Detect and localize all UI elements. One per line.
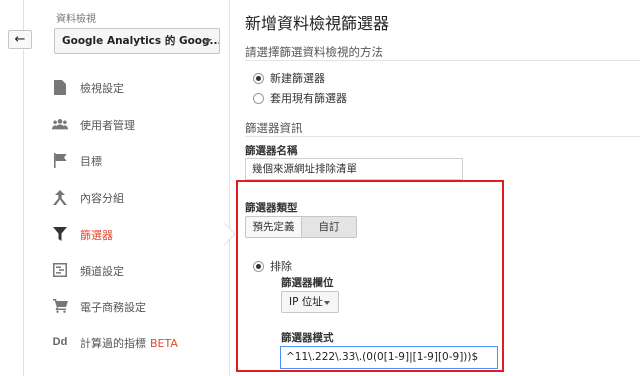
- document-icon: [52, 79, 68, 95]
- sidebar-item-label: 檢視設定: [80, 82, 124, 95]
- main-panel: 新增資料檢視篩選器 請選擇篩選資料檢視的方法 新建篩選器 套用現有篩選器 篩選器…: [231, 0, 640, 376]
- radio-button[interactable]: [253, 92, 264, 104]
- filter-field-select[interactable]: IP 位址: [281, 291, 339, 313]
- cart-icon: [52, 298, 68, 314]
- sidebar-item-calculated-metrics[interactable]: Dd 計算過的指標 BETA: [40, 327, 229, 357]
- sidebar-item-ecommerce-settings[interactable]: 電子商務設定: [40, 291, 229, 321]
- filter-type-label: 篩選器類型: [245, 202, 298, 214]
- sidebar-item-label: 目標: [80, 155, 102, 168]
- filter-pattern-input[interactable]: ^11\.222\.33\.(0(0[1-9]|[1-9][0-9]))$: [280, 346, 498, 369]
- radio-apply-existing-filter[interactable]: 套用現有篩選器: [253, 90, 347, 106]
- view-select-value: Google Analytics 的 Goog...: [62, 35, 220, 47]
- sidebar-item-channel-settings[interactable]: 頻道設定: [40, 255, 229, 285]
- page-title: 新增資料檢視篩選器: [245, 14, 390, 33]
- sidebar-item-goals[interactable]: 目標: [40, 145, 229, 175]
- filter-field-label: 篩選器欄位: [281, 277, 334, 289]
- view-select[interactable]: Google Analytics 的 Goog...: [54, 28, 220, 54]
- sidebar-item-label: 使用者管理: [80, 119, 135, 132]
- radio-label: 排除: [270, 260, 292, 273]
- filter-field-value: IP 位址: [289, 296, 323, 308]
- chevron-down-icon: [204, 39, 212, 43]
- flag-icon: [52, 152, 68, 168]
- view-label: 資料檢視: [56, 14, 96, 25]
- divider: [245, 60, 640, 61]
- users-icon: [52, 116, 68, 132]
- radio-exclude[interactable]: 排除: [253, 258, 292, 274]
- method-section-title: 請選擇篩選資料檢視的方法: [245, 45, 383, 59]
- sidebar-item-view-settings[interactable]: 檢視設定: [40, 72, 229, 102]
- filter-pattern-label: 篩選器模式: [281, 332, 334, 344]
- sidebar-item-user-management[interactable]: 使用者管理: [40, 109, 229, 139]
- radio-new-filter[interactable]: 新建篩選器: [253, 70, 325, 86]
- sidebar-item-label: 頻道設定: [80, 265, 124, 278]
- back-button[interactable]: ←: [8, 30, 32, 49]
- sidebar-item-label: 篩選器: [80, 229, 113, 242]
- sidebar-item-content-grouping[interactable]: 內容分組: [40, 182, 229, 212]
- sidebar-item-label: 內容分組: [80, 192, 124, 205]
- beta-badge: BETA: [150, 337, 178, 350]
- channel-settings-icon: [52, 262, 68, 278]
- dd-icon: Dd: [52, 336, 68, 348]
- left-rail: ←: [0, 0, 40, 376]
- sidebar-item-label: 電子商務設定: [80, 301, 146, 314]
- filter-info-title: 篩選器資訊: [245, 121, 303, 135]
- filter-name-label: 篩選器名稱: [245, 145, 298, 157]
- sidebar-item-label-text: 計算過的指標: [80, 337, 146, 350]
- admin-sidebar: 資料檢視 Google Analytics 的 Goog... 檢視設定 使用者…: [40, 0, 236, 376]
- filter-name-input[interactable]: 幾個來源網址排除清單: [245, 158, 463, 180]
- sidebar-item-filters[interactable]: 篩選器: [40, 219, 236, 249]
- predefined-button[interactable]: 預先定義: [245, 216, 302, 238]
- radio-label: 套用現有篩選器: [270, 92, 347, 105]
- filter-icon: [52, 226, 68, 242]
- custom-button[interactable]: 自訂: [302, 216, 357, 238]
- rail-divider: [23, 0, 24, 376]
- radio-button-selected[interactable]: [253, 260, 264, 272]
- content-grouping-icon: [52, 189, 68, 205]
- sidebar-item-label: 計算過的指標 BETA: [80, 335, 178, 351]
- radio-label: 新建篩選器: [270, 72, 325, 85]
- chevron-down-icon: [324, 301, 330, 305]
- filter-type-toggle: 預先定義 自訂: [245, 216, 357, 238]
- back-arrow-icon: ←: [14, 32, 26, 47]
- divider: [245, 136, 640, 137]
- radio-button-selected[interactable]: [253, 72, 264, 84]
